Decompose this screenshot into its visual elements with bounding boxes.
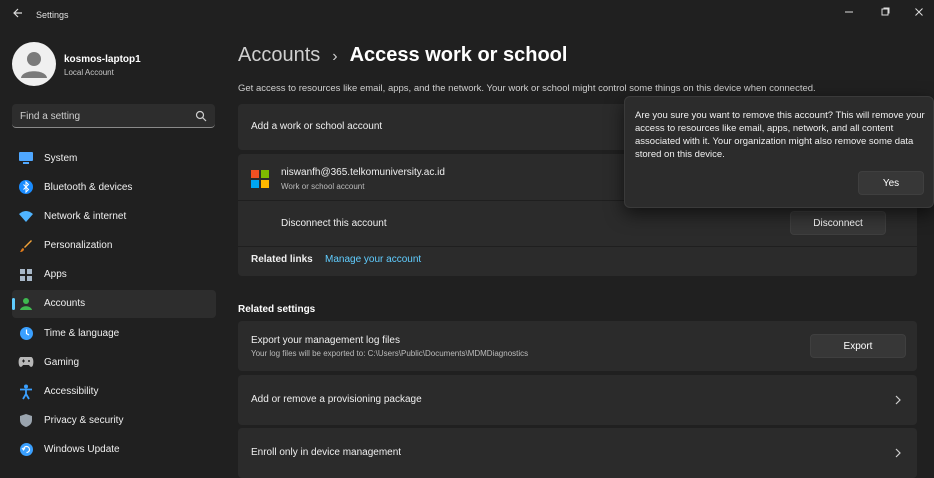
- title-bar: Settings: [0, 0, 934, 30]
- sidebar-item-label: Accessibility: [44, 386, 99, 397]
- back-arrow-icon[interactable]: [8, 6, 26, 24]
- globe-clock-icon: [18, 325, 34, 341]
- account-email: niswanfh@365.telkomuniversity.ac.id: [281, 167, 445, 178]
- flyout-message: Are you sure you want to remove this acc…: [635, 110, 925, 160]
- search-box[interactable]: [12, 104, 215, 128]
- sidebar-item-system[interactable]: System: [12, 144, 216, 172]
- app-title: Settings: [36, 10, 69, 20]
- sidebar-item-label: Accounts: [44, 298, 86, 310]
- add-account-title: Add a work or school account: [251, 121, 383, 132]
- sidebar-item-label: Apps: [44, 269, 67, 281]
- person-icon: [18, 296, 34, 312]
- refresh-icon: [18, 442, 34, 458]
- chevron-right-icon: [893, 448, 903, 458]
- search-icon[interactable]: [195, 110, 207, 122]
- user-name: kosmos-laptop1: [64, 54, 141, 65]
- gamepad-icon: [18, 354, 34, 370]
- sidebar-item-label: Privacy & security: [44, 415, 124, 427]
- yes-button[interactable]: Yes: [858, 171, 924, 195]
- provisioning-title: Add or remove a provisioning package: [251, 394, 422, 405]
- account-type: Local Account: [64, 68, 114, 77]
- export-button[interactable]: Export: [810, 334, 906, 358]
- bluetooth-icon: [18, 179, 34, 195]
- shield-icon: [18, 413, 34, 429]
- brush-icon: [18, 238, 34, 254]
- sidebar-item-apps[interactable]: Apps: [12, 261, 216, 289]
- sidebar-item-label: Bluetooth & devices: [44, 181, 133, 193]
- disconnect-label: Disconnect this account: [281, 218, 387, 229]
- avatar[interactable]: [12, 42, 56, 86]
- page-description: Get access to resources like email, apps…: [238, 83, 816, 94]
- manage-account-link[interactable]: Manage your account: [325, 254, 421, 265]
- enroll-title: Enroll only in device management: [251, 447, 402, 458]
- related-settings-heading: Related settings: [238, 304, 316, 315]
- sidebar-item-accounts[interactable]: Accounts: [12, 289, 216, 318]
- apps-icon: [18, 267, 34, 283]
- close-icon[interactable]: [906, 4, 932, 20]
- sidebar-item-label: Personalization: [44, 240, 113, 252]
- enroll-device-management-card[interactable]: Enroll only in device management: [238, 428, 917, 478]
- remove-account-flyout: Are you sure you want to remove this acc…: [624, 96, 934, 208]
- export-title: Export your management log files: [251, 335, 400, 346]
- accessibility-icon: [18, 384, 34, 400]
- sidebar-item-label: Gaming: [44, 356, 80, 368]
- sidebar-item-bluetooth[interactable]: Bluetooth & devices: [12, 173, 216, 201]
- sidebar-item-label: Time & language: [44, 327, 120, 339]
- sidebar-item-label: Network & internet: [44, 210, 127, 222]
- breadcrumb-separator: ›: [332, 48, 338, 65]
- sidebar-item-time-language[interactable]: Time & language: [12, 319, 216, 347]
- chevron-right-icon: [893, 395, 903, 405]
- related-links-label: Related links: [251, 254, 313, 265]
- search-input[interactable]: [20, 108, 190, 124]
- page-title: Access work or school: [349, 44, 568, 66]
- wifi-icon: [18, 208, 34, 224]
- divider: [238, 246, 917, 247]
- account-type-label: Work or school account: [281, 182, 365, 191]
- sidebar-item-label: System: [44, 152, 78, 164]
- sidebar-item-network[interactable]: Network & internet: [12, 202, 216, 230]
- monitor-icon: [18, 150, 34, 166]
- sidebar-item-gaming[interactable]: Gaming: [12, 348, 216, 376]
- microsoft-logo-icon: [251, 170, 269, 188]
- sidebar-item-label: Windows Update: [44, 444, 120, 456]
- sidebar-item-personalization[interactable]: Personalization: [12, 232, 216, 260]
- disconnect-button[interactable]: Disconnect: [790, 211, 886, 235]
- sidebar-item-accessibility[interactable]: Accessibility: [12, 378, 216, 406]
- sidebar-item-windows-update[interactable]: Windows Update: [12, 436, 216, 464]
- breadcrumb: Accounts › Access work or school: [238, 44, 567, 67]
- breadcrumb-parent[interactable]: Accounts: [238, 44, 320, 67]
- maximize-icon[interactable]: [872, 4, 898, 20]
- provisioning-package-card[interactable]: Add or remove a provisioning package: [238, 375, 917, 425]
- minimize-icon[interactable]: [836, 4, 862, 20]
- sidebar-item-privacy-security[interactable]: Privacy & security: [12, 407, 216, 435]
- sidebar-nav: System Bluetooth & devices Network & int…: [12, 144, 216, 465]
- export-subtitle: Your log files will be exported to: C:\U…: [251, 349, 529, 358]
